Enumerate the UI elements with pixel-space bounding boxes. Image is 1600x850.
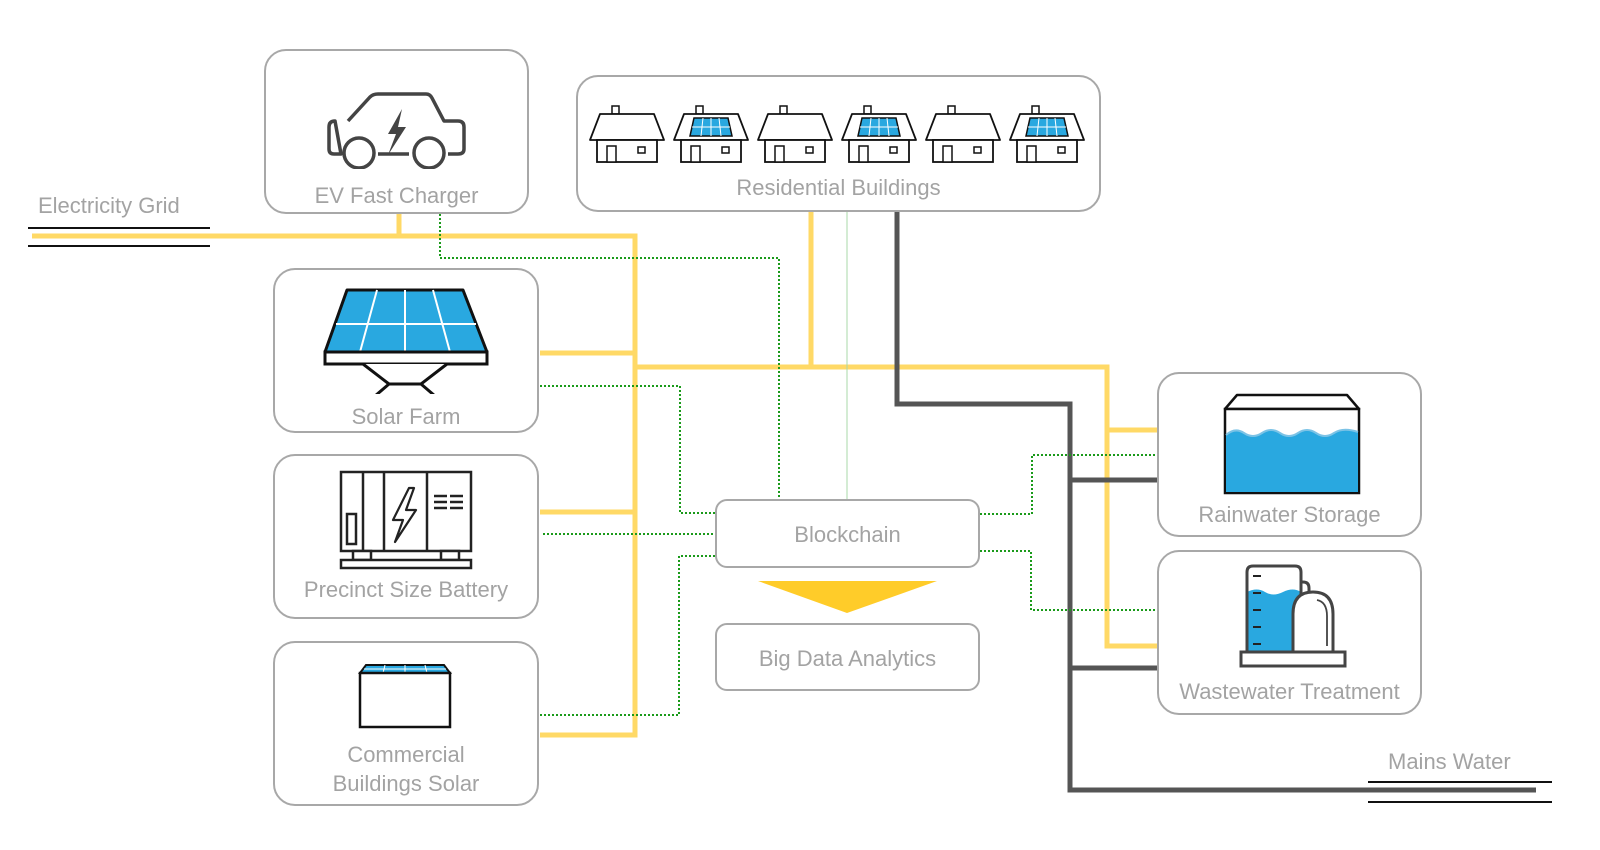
commercial-buildings-solar-node[interactable]: Commercial Buildings Solar (273, 641, 539, 806)
precinct-battery-label: Precinct Size Battery (303, 577, 509, 602)
wastewater-treatment-label: Wastewater Treatment (1179, 679, 1400, 704)
electricity-lines (32, 212, 1157, 738)
solar-farm-label: Solar Farm (351, 404, 461, 429)
water-tank-icon (1223, 393, 1361, 495)
ev-fast-charger-node[interactable]: EV Fast Charger (264, 49, 529, 214)
blockchain-label: Blockchain (794, 522, 901, 547)
triangle-down-icon (758, 581, 937, 613)
precinct-battery-node[interactable]: Precinct Size Battery (273, 454, 539, 619)
commercial-solar-label-line2: Buildings Solar (332, 771, 480, 796)
house-row (588, 104, 1098, 164)
network-diagram: Electricity Grid Mains Water EV Fast Cha… (0, 0, 1600, 850)
solar-farm-node[interactable]: Solar Farm (273, 268, 539, 433)
mains-water-label: Mains Water (1388, 749, 1511, 774)
ev-fast-charger-label: EV Fast Charger (314, 183, 479, 208)
big-data-analytics-node[interactable]: Big Data Analytics (715, 623, 980, 691)
residential-buildings-node[interactable]: Residential Buildings (576, 75, 1101, 212)
commercial-solar-data-link (540, 555, 716, 716)
big-data-analytics-label: Big Data Analytics (758, 646, 937, 671)
blockchain-node[interactable]: Blockchain (715, 499, 980, 568)
water-treatment-icon (1239, 564, 1347, 668)
commercial-building-solar-icon (358, 664, 452, 729)
rainwater-storage-node[interactable]: Rainwater Storage (1157, 372, 1422, 537)
house-with-solar-icon (1009, 105, 1085, 163)
house-icon (589, 105, 665, 163)
house-with-solar-icon (673, 105, 749, 163)
ev-car-charging-icon (327, 92, 466, 169)
commercial-solar-label-line1: Commercial (347, 742, 465, 767)
solar-panel-icon (323, 288, 489, 394)
house-with-solar-icon (841, 105, 917, 163)
house-icon (757, 105, 833, 163)
electricity-grid-label: Electricity Grid (38, 193, 180, 218)
battery-cabinet-icon (339, 470, 473, 570)
solar-farm-data-link (540, 385, 716, 514)
rainwater-storage-label: Rainwater Storage (1198, 502, 1381, 527)
residential-buildings-label: Residential Buildings (736, 175, 941, 200)
wastewater-treatment-node[interactable]: Wastewater Treatment (1157, 550, 1422, 715)
house-icon (925, 105, 1001, 163)
